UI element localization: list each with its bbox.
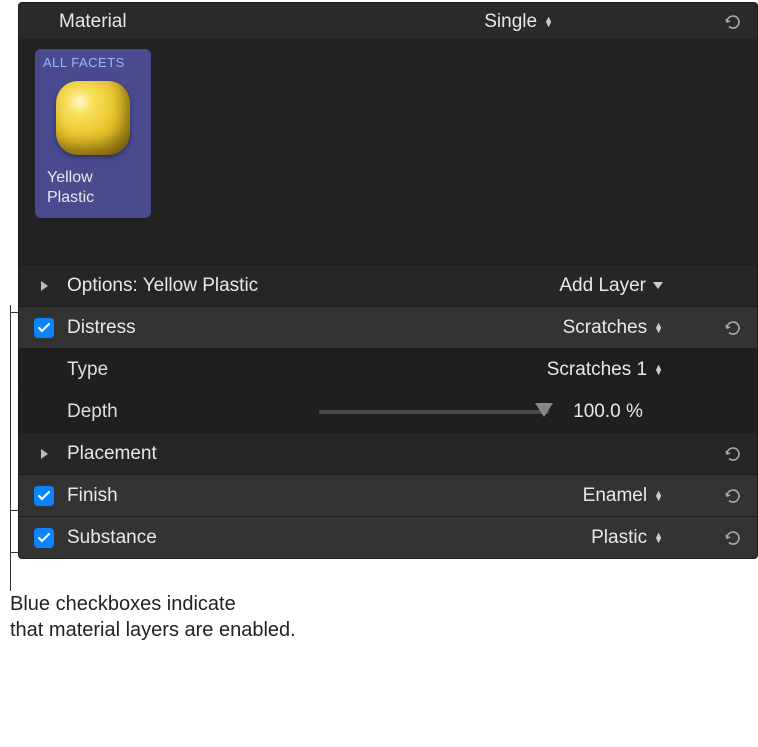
facet-card-all[interactable]: ALL FACETS Yellow Plastic <box>35 49 151 218</box>
material-mode-dropdown[interactable]: Single ▲▼ <box>484 11 553 33</box>
options-label: Options: Yellow Plastic <box>59 275 463 297</box>
updown-icon: ▲▼ <box>654 323 663 333</box>
reset-icon[interactable] <box>723 12 743 32</box>
material-header: Material Single ▲▼ <box>19 3 757 39</box>
placement-disclosure[interactable] <box>29 449 59 459</box>
distress-value-dropdown[interactable]: Scratches ▲▼ <box>463 317 663 339</box>
callout-text: Blue checkboxes indicate that material l… <box>0 577 758 643</box>
reset-icon[interactable] <box>723 528 743 548</box>
material-mode-value: Single <box>484 11 537 33</box>
options-row: Options: Yellow Plastic Add Layer <box>19 264 757 306</box>
reset-icon[interactable] <box>723 444 743 464</box>
disclosure-right-icon <box>41 449 48 459</box>
add-layer-label: Add Layer <box>559 275 646 297</box>
disclosure-right-icon <box>41 281 48 291</box>
callout-tick <box>10 552 22 553</box>
chevron-down-icon <box>653 282 663 289</box>
callout-tick <box>10 510 22 511</box>
distress-type-value: Scratches 1 <box>547 359 647 381</box>
finish-value-dropdown[interactable]: Enamel ▲▼ <box>463 485 663 507</box>
updown-icon: ▲▼ <box>654 365 663 375</box>
material-swatch-blob <box>56 81 130 155</box>
substance-label: Substance <box>59 527 463 549</box>
finish-checkbox[interactable] <box>34 486 54 506</box>
slider-thumb-icon <box>535 403 553 417</box>
add-layer-dropdown[interactable]: Add Layer <box>463 275 663 297</box>
placement-row: Placement <box>19 432 757 474</box>
finish-row: Finish Enamel ▲▼ <box>19 474 757 516</box>
reset-icon[interactable] <box>723 318 743 338</box>
substance-checkbox[interactable] <box>34 528 54 548</box>
callout-annotation: Blue checkboxes indicate that material l… <box>0 577 758 643</box>
placement-label: Placement <box>59 443 463 465</box>
facet-preview-area: ALL FACETS Yellow Plastic <box>19 39 757 264</box>
distress-type-label: Type <box>59 359 463 381</box>
distress-label: Distress <box>59 317 463 339</box>
reset-icon[interactable] <box>723 486 743 506</box>
facet-name: Yellow Plastic <box>43 168 94 208</box>
distress-checkbox[interactable] <box>34 318 54 338</box>
options-disclosure[interactable] <box>29 281 59 291</box>
distress-type-row: Type Scratches 1 ▲▼ <box>19 348 757 390</box>
substance-row: Substance Plastic ▲▼ <box>19 516 757 558</box>
material-inspector-panel: Material Single ▲▼ ALL FACETS Yellow Pla… <box>18 2 758 559</box>
distress-depth-row: Depth 100.0 % <box>19 390 757 432</box>
substance-value-dropdown[interactable]: Plastic ▲▼ <box>463 527 663 549</box>
material-title: Material <box>59 11 484 33</box>
distress-value: Scratches <box>563 317 647 339</box>
updown-icon: ▲▼ <box>654 533 663 543</box>
depth-slider[interactable] <box>319 410 549 414</box>
distress-depth-label: Depth <box>59 401 189 423</box>
finish-label: Finish <box>59 485 463 507</box>
callout-leader-line <box>10 305 11 591</box>
substance-value: Plastic <box>591 527 647 549</box>
distress-row: Distress Scratches ▲▼ <box>19 306 757 348</box>
depth-value[interactable]: 100.0 % <box>553 401 663 423</box>
updown-icon: ▲▼ <box>544 17 553 27</box>
material-swatch <box>49 74 137 162</box>
facet-header-label: ALL FACETS <box>43 55 125 70</box>
distress-type-dropdown[interactable]: Scratches 1 ▲▼ <box>463 359 663 381</box>
callout-tick <box>10 312 22 313</box>
updown-icon: ▲▼ <box>654 491 663 501</box>
finish-value: Enamel <box>583 485 647 507</box>
